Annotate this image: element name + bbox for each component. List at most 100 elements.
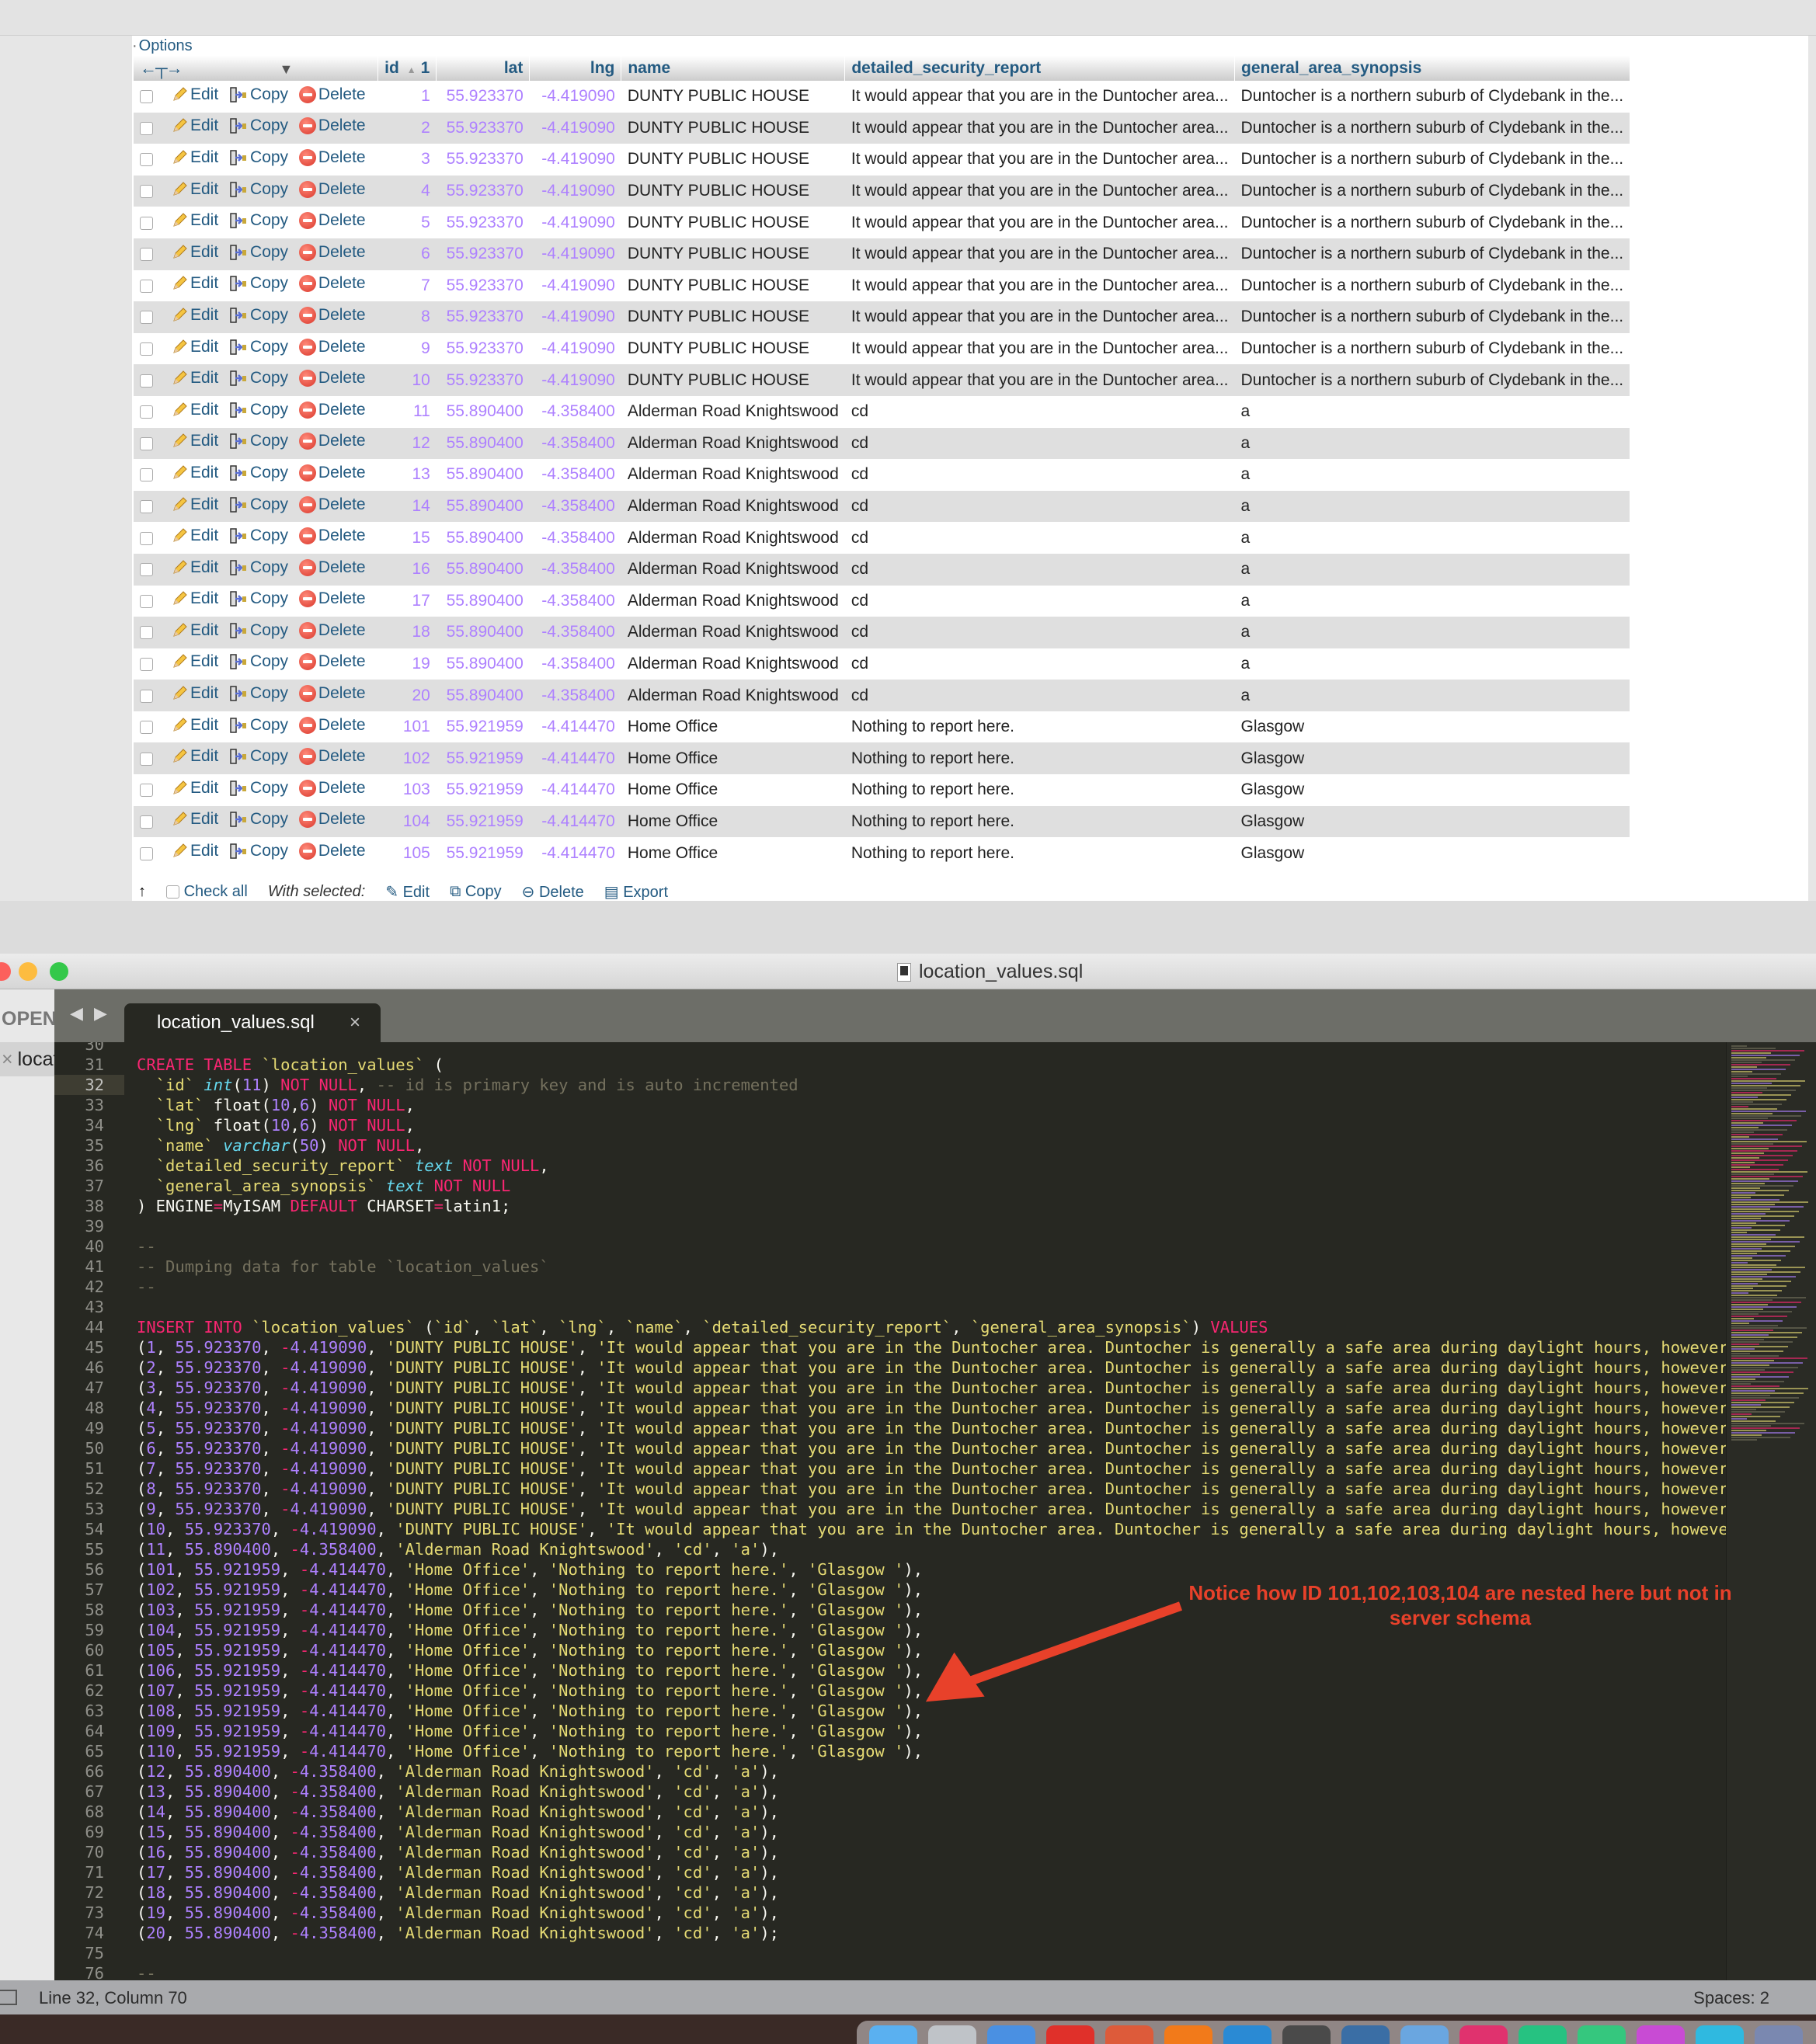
- copy-link[interactable]: Copy: [229, 338, 288, 356]
- code-line[interactable]: 68 (14, 55.890400, -4.358400, 'Alderman R…: [54, 1802, 1726, 1822]
- row-checkbox[interactable]: [140, 121, 153, 135]
- delete-label[interactable]: Delete: [318, 464, 366, 482]
- column-resize-arrows-icon[interactable]: ←┬→: [140, 58, 183, 78]
- dock-sublime-text-icon[interactable]: [1282, 2025, 1331, 2044]
- indentation-setting[interactable]: Spaces: 2: [1693, 1988, 1769, 2008]
- edit-link[interactable]: Edit: [171, 779, 218, 798]
- delete-link[interactable]: Delete: [298, 369, 366, 388]
- delete-label[interactable]: Delete: [318, 716, 366, 735]
- copy-label[interactable]: Copy: [250, 842, 288, 860]
- dock-safari-icon[interactable]: [987, 2025, 1035, 2044]
- tab-location-values-sql[interactable]: location_values.sql ×: [124, 1003, 381, 1042]
- copy-link[interactable]: Copy: [229, 652, 288, 671]
- dock-mysql-workbench-icon[interactable]: [1341, 2025, 1390, 2044]
- check-all-label[interactable]: Check all: [184, 883, 248, 900]
- code-line[interactable]: 40 --: [54, 1236, 1726, 1257]
- code-line[interactable]: 73 (19, 55.890400, -4.358400, 'Alderman R…: [54, 1903, 1726, 1923]
- column-header-name[interactable]: name: [621, 56, 846, 81]
- copy-label[interactable]: Copy: [250, 274, 288, 293]
- copy-label[interactable]: Copy: [250, 558, 288, 577]
- edit-link[interactable]: Edit: [171, 842, 218, 860]
- row-checkbox[interactable]: [140, 279, 153, 293]
- copy-label[interactable]: Copy: [250, 211, 288, 230]
- code-line[interactable]: 46 (2, 55.923370, -4.419090, 'DUNTY PUBLI…: [54, 1357, 1726, 1378]
- copy-link[interactable]: Copy: [229, 495, 288, 514]
- code-line[interactable]: 54 (10, 55.923370, -4.419090, 'DUNTY PUBL…: [54, 1519, 1726, 1539]
- delete-label[interactable]: Delete: [318, 85, 366, 104]
- code-line[interactable]: 64 (109, 55.921959, -4.414470, 'Home Offi…: [54, 1721, 1726, 1741]
- bulk-edit-label[interactable]: Edit: [403, 884, 430, 901]
- delete-link[interactable]: Delete: [298, 652, 366, 671]
- edit-label[interactable]: Edit: [190, 274, 218, 293]
- code-line[interactable]: 50 (6, 55.923370, -4.419090, 'DUNTY PUBLI…: [54, 1438, 1726, 1458]
- code-line[interactable]: 31 CREATE TABLE `location_values` (: [54, 1055, 1726, 1075]
- edit-link[interactable]: Edit: [171, 180, 218, 199]
- edit-label[interactable]: Edit: [190, 842, 218, 860]
- dock-other-icon[interactable]: [1755, 2025, 1803, 2044]
- code-line[interactable]: 44 INSERT INTO `location_values` (`id`, `…: [54, 1317, 1726, 1337]
- row-checkbox[interactable]: [140, 342, 153, 356]
- row-checkbox[interactable]: [140, 531, 153, 545]
- copy-link[interactable]: Copy: [229, 716, 288, 735]
- delete-link[interactable]: Delete: [298, 116, 366, 135]
- delete-link[interactable]: Delete: [298, 338, 366, 356]
- edit-label[interactable]: Edit: [190, 116, 218, 135]
- code-line[interactable]: 33 `lat` float(10,6) NOT NULL,: [54, 1095, 1726, 1115]
- delete-label[interactable]: Delete: [318, 527, 366, 545]
- sidebar-file-label[interactable]: location_values.sql: [18, 1048, 54, 1070]
- delete-link[interactable]: Delete: [298, 464, 366, 482]
- row-checkbox[interactable]: [140, 752, 153, 766]
- row-checkbox[interactable]: [140, 846, 153, 860]
- close-window-button[interactable]: [0, 962, 11, 981]
- code-line[interactable]: 67 (13, 55.890400, -4.358400, 'Alderman R…: [54, 1782, 1726, 1802]
- row-checkbox[interactable]: [140, 626, 153, 640]
- edit-label[interactable]: Edit: [190, 432, 218, 450]
- delete-link[interactable]: Delete: [298, 779, 366, 798]
- row-checkbox[interactable]: [140, 594, 153, 608]
- edit-label[interactable]: Edit: [190, 464, 218, 482]
- check-all-checkbox[interactable]: [166, 885, 179, 899]
- zoom-window-button[interactable]: [50, 962, 68, 981]
- dock-launchpad-icon[interactable]: [928, 2025, 976, 2044]
- bulk-export-label[interactable]: Export: [623, 884, 668, 901]
- copy-label[interactable]: Copy: [250, 116, 288, 135]
- delete-label[interactable]: Delete: [318, 401, 366, 419]
- delete-link[interactable]: Delete: [298, 810, 366, 829]
- code-line[interactable]: 35 `name` varchar(50) NOT NULL,: [54, 1135, 1726, 1156]
- edit-label[interactable]: Edit: [190, 495, 218, 514]
- copy-link[interactable]: Copy: [229, 432, 288, 450]
- code-line[interactable]: 34 `lng` float(10,6) NOT NULL,: [54, 1115, 1726, 1135]
- row-checkbox[interactable]: [140, 405, 153, 419]
- close-file-icon[interactable]: ×: [2, 1048, 13, 1070]
- edit-link[interactable]: Edit: [171, 464, 218, 482]
- delete-link[interactable]: Delete: [298, 211, 366, 230]
- tab-label[interactable]: location_values.sql: [157, 1012, 315, 1033]
- code-line[interactable]: 41 -- Dumping data for table `location_va…: [54, 1257, 1726, 1277]
- copy-link[interactable]: Copy: [229, 527, 288, 545]
- row-checkbox[interactable]: [140, 657, 153, 671]
- code-line[interactable]: 74 (20, 55.890400, -4.358400, 'Alderman R…: [54, 1923, 1726, 1943]
- code-line[interactable]: 30: [54, 1042, 1726, 1055]
- code-line[interactable]: 53 (9, 55.923370, -4.419090, 'DUNTY PUBLI…: [54, 1499, 1726, 1519]
- edit-link[interactable]: Edit: [171, 589, 218, 608]
- edit-label[interactable]: Edit: [190, 338, 218, 356]
- delete-link[interactable]: Delete: [298, 180, 366, 199]
- copy-link[interactable]: Copy: [229, 747, 288, 766]
- code-line[interactable]: 39: [54, 1216, 1726, 1236]
- column-id-label[interactable]: id: [384, 59, 399, 77]
- delete-label[interactable]: Delete: [318, 810, 366, 829]
- copy-link[interactable]: Copy: [229, 810, 288, 829]
- close-tab-icon[interactable]: ×: [350, 1003, 360, 1042]
- row-checkbox[interactable]: [140, 721, 153, 735]
- row-checkbox[interactable]: [140, 499, 153, 513]
- delete-label[interactable]: Delete: [318, 747, 366, 766]
- check-all-control[interactable]: Check all: [166, 883, 248, 901]
- delete-label[interactable]: Delete: [318, 684, 366, 703]
- copy-label[interactable]: Copy: [250, 747, 288, 766]
- delete-label[interactable]: Delete: [318, 621, 366, 640]
- row-checkbox[interactable]: [140, 563, 153, 577]
- code-line[interactable]: 63 (108, 55.921959, -4.414470, 'Home Offi…: [54, 1701, 1726, 1721]
- delete-link[interactable]: Delete: [298, 842, 366, 860]
- edit-link[interactable]: Edit: [171, 810, 218, 829]
- delete-label[interactable]: Delete: [318, 432, 366, 450]
